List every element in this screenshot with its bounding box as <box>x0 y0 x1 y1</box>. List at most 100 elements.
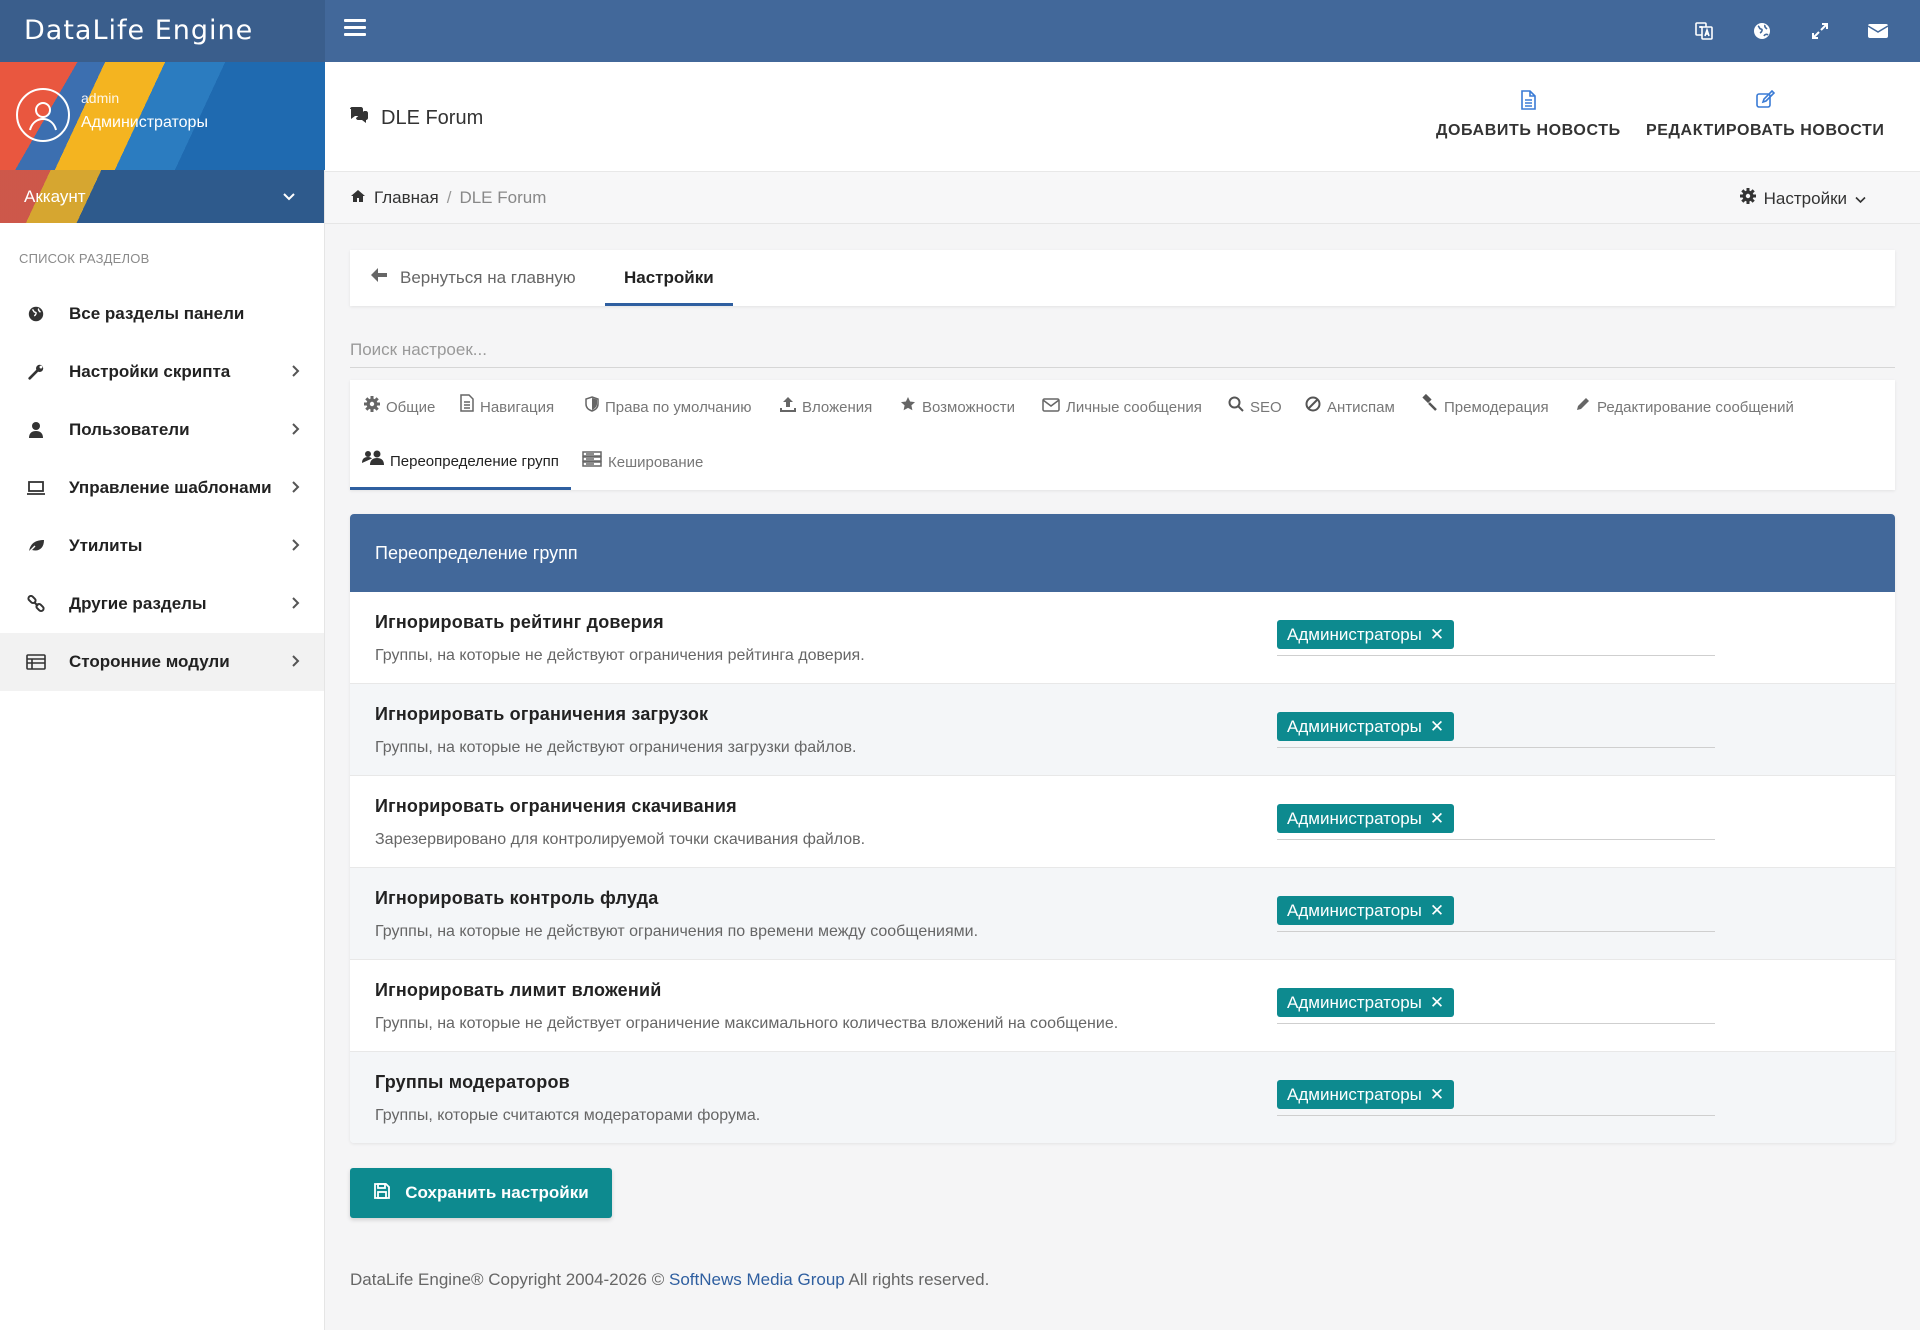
sidebar: admin Администраторы Аккаунт СПИСОК РАЗД… <box>0 62 325 1330</box>
subtab-features[interactable]: Возможности <box>900 380 1015 435</box>
subtab-general[interactable]: Общие <box>364 380 435 435</box>
close-icon[interactable]: ✕ <box>1430 988 1444 1017</box>
subtab-seo[interactable]: SEO <box>1228 380 1282 435</box>
file-icon <box>1518 90 1538 110</box>
group-select-field[interactable]: Администраторы ✕ <box>1277 712 1715 748</box>
subtab-label: Общие <box>386 399 436 416</box>
footer-link[interactable]: SoftNews Media Group <box>669 1270 845 1289</box>
group-select-field[interactable]: Администраторы ✕ <box>1277 896 1715 932</box>
subtab-label: Личные сообщения <box>1066 399 1202 416</box>
group-tag[interactable]: Администраторы ✕ <box>1277 712 1455 741</box>
page-title-text: DLE Forum <box>381 106 484 129</box>
subtab-caching[interactable]: Кеширование <box>582 435 703 490</box>
footer: DataLife Engine® Copyright 2004-2026 © S… <box>350 1270 989 1290</box>
sidebar-item-users[interactable]: Пользователи <box>0 401 324 459</box>
shield-icon <box>585 380 599 435</box>
edit-news-button[interactable]: РЕДАКТИРОВАТЬ НОВОСТИ <box>1646 89 1885 140</box>
group-select-field[interactable]: Администраторы ✕ <box>1277 988 1715 1024</box>
globe-icon <box>25 303 47 325</box>
tab-back-label: Вернуться на главную <box>400 268 576 287</box>
subtab-private-messages[interactable]: Личные сообщения <box>1042 380 1202 435</box>
breadcrumb-bar: Главная / DLE Forum Настройки <box>325 172 1920 224</box>
translate-icon[interactable] <box>1692 19 1716 43</box>
subtab-attachments[interactable]: Вложения <box>780 380 872 435</box>
group-tag[interactable]: Администраторы ✕ <box>1277 804 1455 833</box>
user-panel: admin Администраторы <box>0 62 325 170</box>
group-tag[interactable]: Администраторы ✕ <box>1277 988 1455 1017</box>
pencil-icon <box>1575 380 1591 435</box>
add-news-button[interactable]: ДОБАВИТЬ НОВОСТЬ <box>1436 90 1621 140</box>
settings-search-input[interactable] <box>350 332 1895 368</box>
account-toggle[interactable]: Аккаунт <box>0 170 324 223</box>
close-icon[interactable]: ✕ <box>1430 712 1444 741</box>
star-icon <box>900 380 916 435</box>
breadcrumb-home[interactable]: Главная <box>374 188 439 208</box>
setting-description: Группы, на которые не действуют ограниче… <box>375 739 857 756</box>
group-select-field[interactable]: Администраторы ✕ <box>1277 1080 1715 1116</box>
arrow-left-icon <box>370 250 388 306</box>
group-tag[interactable]: Администраторы ✕ <box>1277 1080 1455 1109</box>
setting-row: Группы модераторов Группы, которые счита… <box>350 1052 1895 1143</box>
settings-subtabs: Общие Навигация Права по умолчанию Вложе… <box>350 380 1895 490</box>
user-role: Администраторы <box>81 114 208 131</box>
panel-title: Переопределение групп <box>350 514 1895 592</box>
group-select-field[interactable]: Администраторы ✕ <box>1277 620 1715 656</box>
users-icon <box>362 434 384 489</box>
close-icon[interactable]: ✕ <box>1430 1080 1444 1109</box>
subtab-default-permissions[interactable]: Права по умолчанию <box>585 380 752 435</box>
tab-back-home[interactable]: Вернуться на главную <box>370 250 576 306</box>
subtab-premoderation[interactable]: Премодерация <box>1420 380 1549 435</box>
sidebar-item-other-sections[interactable]: Другие разделы <box>0 575 324 633</box>
footer-prefix: DataLife Engine® Copyright 2004-2026 © <box>350 1270 669 1289</box>
sidebar-item-label: Пользователи <box>69 420 190 439</box>
subtab-edit-messages[interactable]: Редактирование сообщений <box>1575 380 1794 435</box>
sidebar-item-templates[interactable]: Управление шаблонами <box>0 459 324 517</box>
upload-icon <box>780 380 796 435</box>
breadcrumb-current: DLE Forum <box>459 188 547 207</box>
edit-icon <box>1755 89 1776 110</box>
page-header: DLE Forum ДОБАВИТЬ НОВОСТЬ РЕДАКТИРОВАТЬ… <box>325 62 1920 172</box>
globe-icon[interactable] <box>1750 19 1774 43</box>
tab-settings[interactable]: Настройки <box>605 250 733 306</box>
breadcrumb-separator: / <box>446 188 452 207</box>
settings-dropdown-label: Настройки <box>1763 188 1847 208</box>
sidebar-item-label: Сторонние модули <box>69 652 230 671</box>
group-select-field[interactable]: Администраторы ✕ <box>1277 804 1715 840</box>
setting-description: Группы, на которые не действуют ограниче… <box>375 647 865 664</box>
menu-toggle-icon[interactable] <box>344 19 366 43</box>
gavel-icon <box>1420 380 1438 435</box>
avatar[interactable] <box>16 88 70 142</box>
laptop-icon <box>25 477 47 499</box>
sidebar-item-all-sections[interactable]: Все разделы панели <box>0 285 324 343</box>
footer-suffix: All rights reserved. <box>844 1270 990 1289</box>
subtab-navigation[interactable]: Навигация <box>460 380 554 435</box>
tabs-bar: Вернуться на главную Настройки <box>350 250 1895 306</box>
subtab-antispam[interactable]: Антиспам <box>1305 380 1395 435</box>
group-tag-label: Администраторы <box>1287 1085 1422 1104</box>
subtab-group-override[interactable]: Переопределение групп <box>350 435 571 490</box>
top-bar: DataLife Engine <box>0 0 1920 62</box>
sidebar-item-script-settings[interactable]: Настройки скрипта <box>0 343 324 401</box>
brand-logo[interactable]: DataLife Engine <box>0 0 325 62</box>
group-tag[interactable]: Администраторы ✕ <box>1277 620 1455 649</box>
sidebar-item-third-party-modules[interactable]: Сторонние модули <box>0 633 324 691</box>
envelope-icon[interactable] <box>1866 19 1890 43</box>
subtab-label: Переопределение групп <box>390 452 559 470</box>
chevron-right-icon <box>291 537 300 557</box>
save-icon <box>373 1182 391 1205</box>
close-icon[interactable]: ✕ <box>1430 804 1444 833</box>
list-icon <box>25 651 47 673</box>
close-icon[interactable]: ✕ <box>1430 620 1444 649</box>
subtab-label: Вложения <box>802 399 873 416</box>
account-label: Аккаунт <box>24 187 86 206</box>
setting-description: Группы, которые считаются модераторами ф… <box>375 1107 761 1124</box>
group-tag-label: Администраторы <box>1287 901 1422 920</box>
close-icon[interactable]: ✕ <box>1430 896 1444 925</box>
wrench-icon <box>25 361 47 383</box>
chevron-right-icon <box>291 479 300 499</box>
group-tag[interactable]: Администраторы ✕ <box>1277 896 1455 925</box>
save-settings-button[interactable]: Сохранить настройки <box>350 1168 612 1218</box>
sidebar-item-utilities[interactable]: Утилиты <box>0 517 324 575</box>
settings-dropdown[interactable]: Настройки <box>1739 188 1866 209</box>
expand-icon[interactable] <box>1808 19 1832 43</box>
